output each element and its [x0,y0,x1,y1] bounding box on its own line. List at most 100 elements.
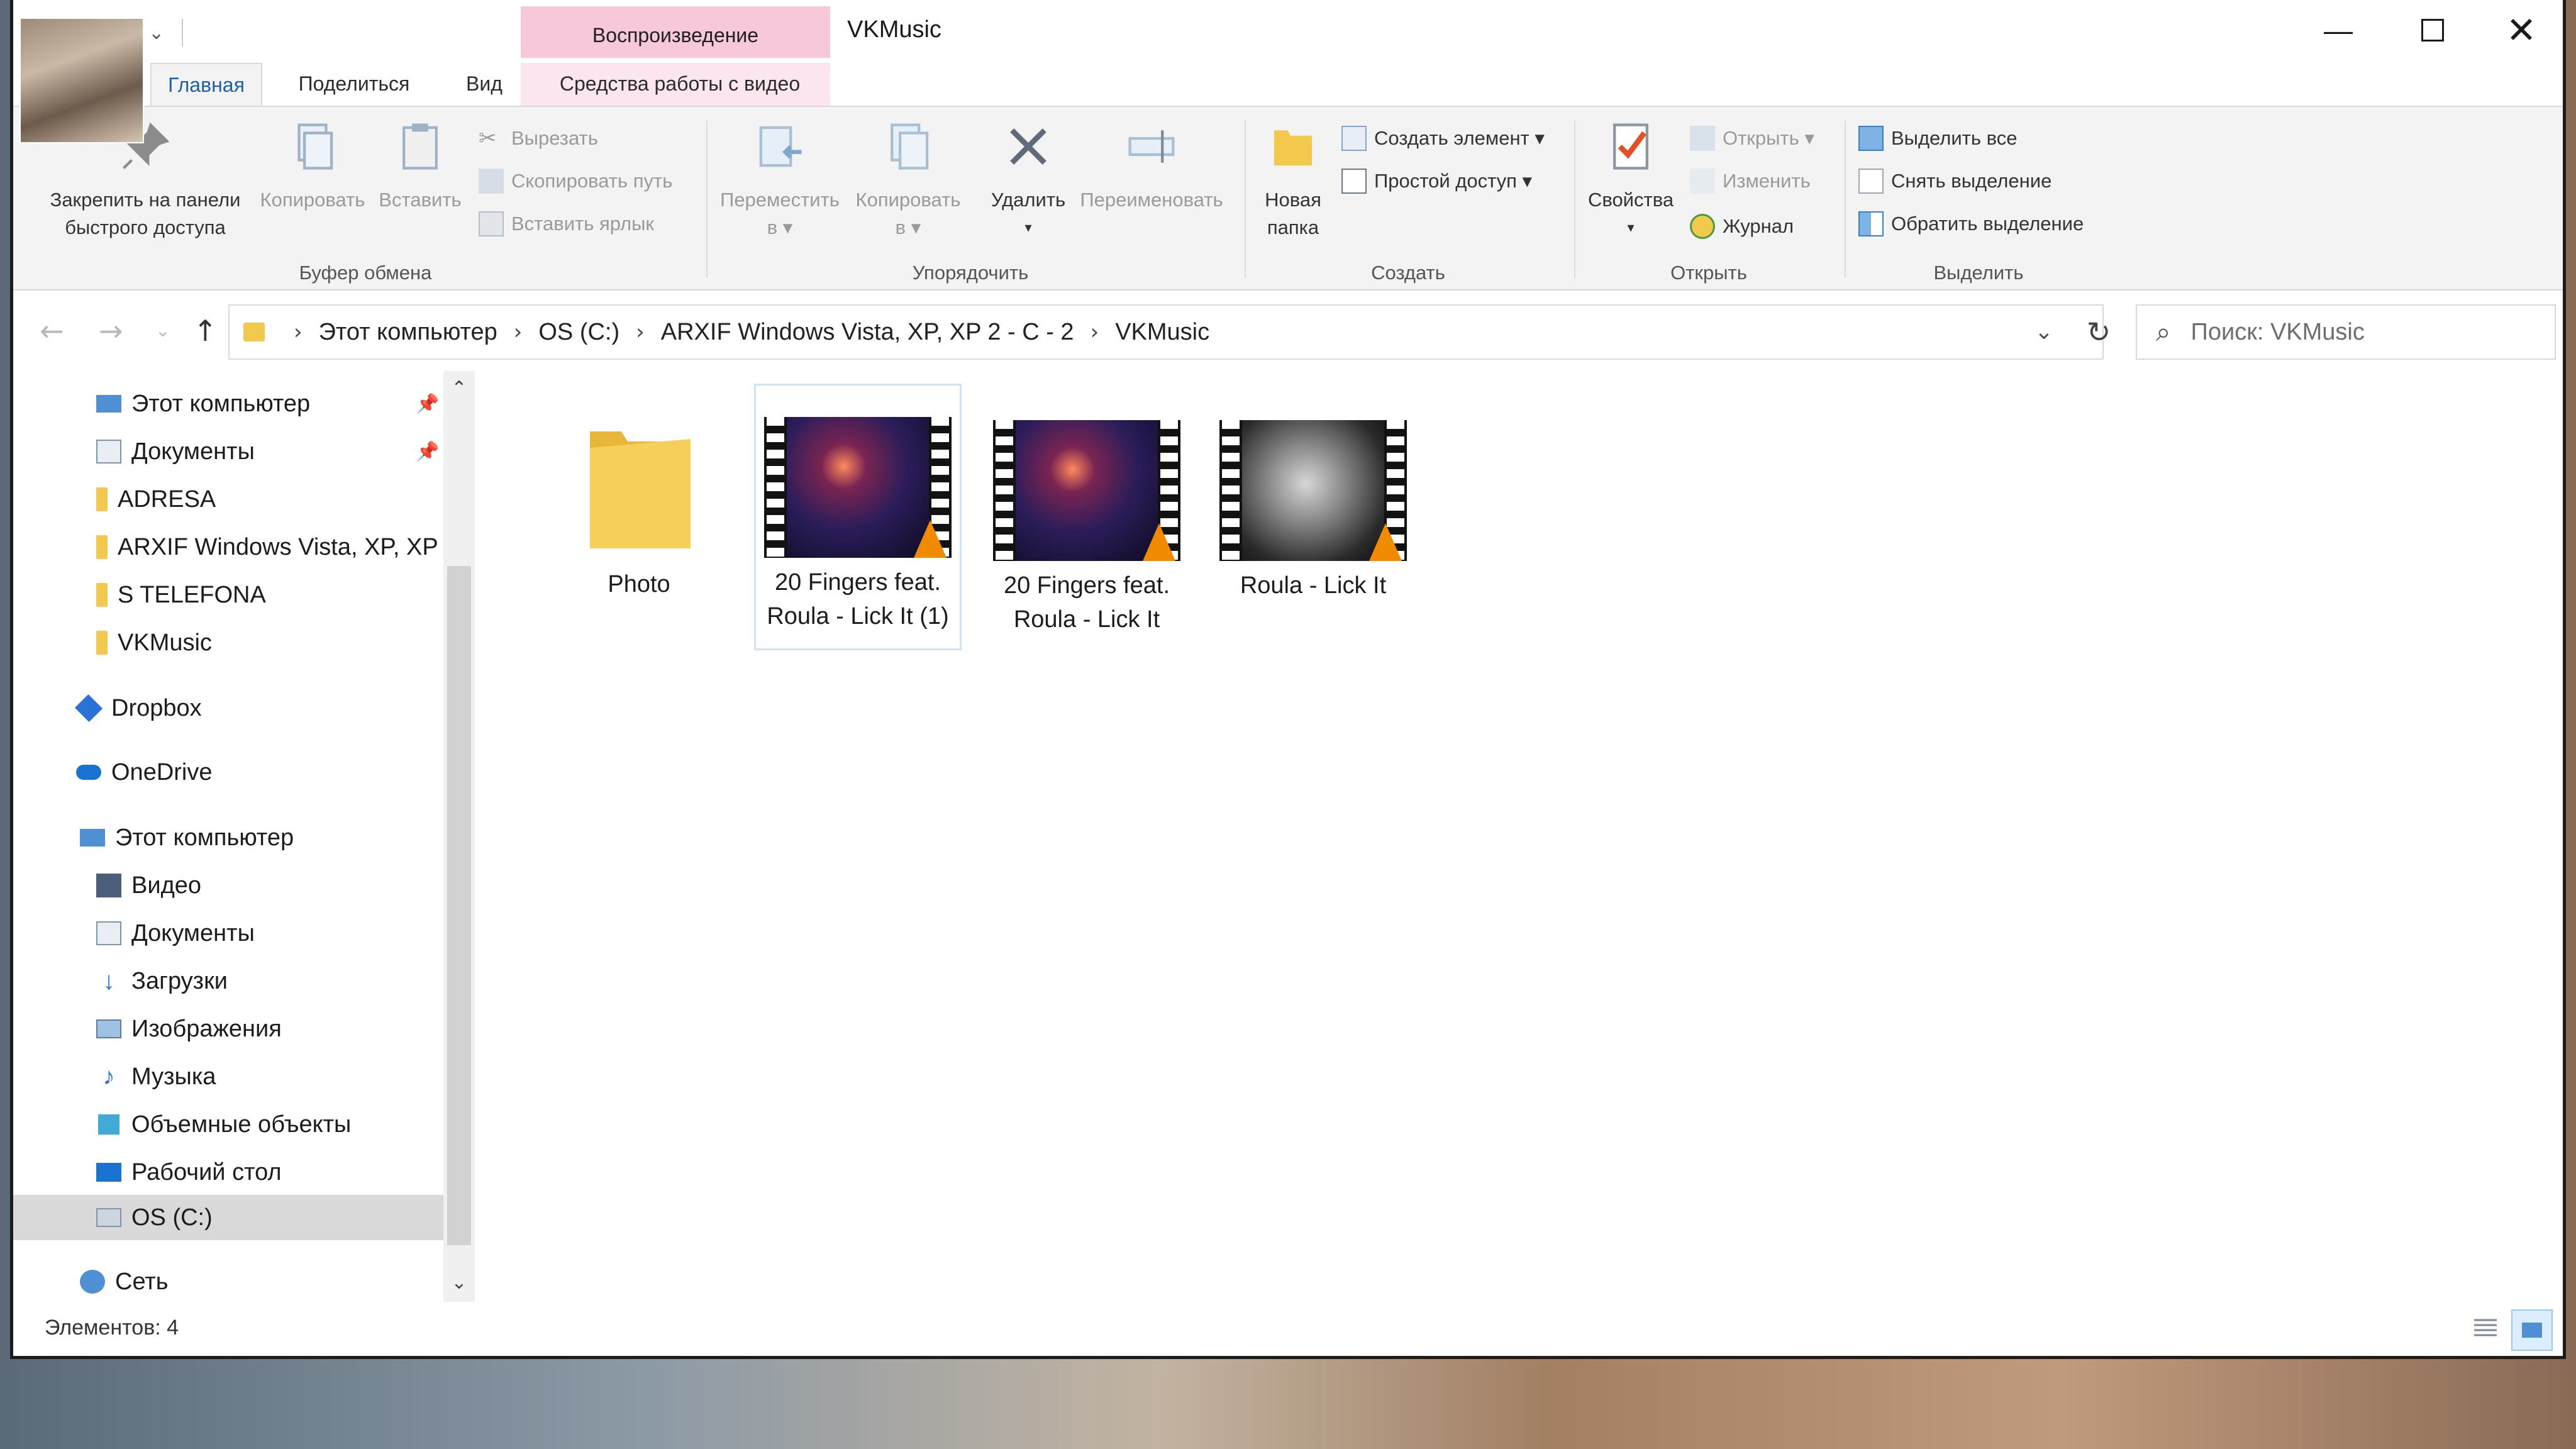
tab-share[interactable]: Поделиться [277,63,431,104]
nav-item-this-pc-quick[interactable]: Этот компьютер 📌 [13,381,443,426]
refresh-button[interactable]: ↻ [2072,304,2125,360]
easy-access-button[interactable]: Простой доступ ▾ [1341,165,1532,197]
breadcrumb-this-pc[interactable]: Этот компьютер [319,319,497,346]
create-group-label: Создать [1371,262,1445,284]
downloads-icon: ↓ [103,967,115,995]
toolbar-divider [182,19,184,47]
properties-label: Свойства [1587,189,1674,211]
item-count: Элементов: 4 [45,1316,179,1340]
close-button[interactable]: ✕ [2480,0,2563,60]
select-none-label: Снять выделение [1891,170,2052,192]
invert-selection-button[interactable]: Обратить выделение [1858,208,2084,240]
quick-access-toolbar: ⌄ [148,19,184,47]
minimize-button[interactable]: — [2291,0,2385,60]
computer-icon [80,829,105,847]
search-input[interactable]: ⌕ Поиск: VKMusic [2136,304,2556,360]
pin-icon[interactable]: 📌 [416,441,439,463]
nav-item-pictures[interactable]: Изображения [13,1006,443,1052]
breadcrumb-os-c[interactable]: OS (C:) [538,319,619,346]
edit-button[interactable]: Изменить [1690,165,1811,197]
nav-item-label: ARXIF Windows Vista, XP, XP 2 [118,533,443,560]
nav-item-os-c[interactable]: OS (C:) [13,1195,443,1240]
breadcrumb-separator: › [636,319,645,345]
file-item-photo[interactable]: Photo [535,389,743,601]
breadcrumb-vkmusic[interactable]: VKMusic [1115,319,1209,346]
file-name-line1: Roula - Lick It [1240,572,1387,599]
new-folder-label-line1: Новая [1265,189,1321,211]
paste-button[interactable]: Вставить [373,119,467,214]
nav-item-video[interactable]: Видео [13,863,443,908]
copy-to-button[interactable]: Копировать в ▾ [847,119,969,242]
select-all-button[interactable]: Выделить все [1858,122,2018,155]
vlc-cone-icon [914,520,947,558]
open-button[interactable]: Открыть ▾ [1690,122,1814,155]
nav-item-s-telefona[interactable]: S TELEFONA [13,572,443,618]
nav-item-downloads[interactable]: ↓ Загрузки [13,958,443,1004]
delete-button[interactable]: Удалить ▾ [979,119,1077,242]
organize-group-label: Упорядочить [912,262,1029,284]
file-item-video-2[interactable]: 20 Fingers feat. Roula - Lick It [983,389,1191,636]
nav-item-arxif[interactable]: ARXIF Windows Vista, XP, XP 2 [13,525,443,570]
tab-video-tools[interactable]: Средства работы с видео [535,63,824,104]
file-item-video-1[interactable]: 20 Fingers feat. Roula - Lick It (1) [754,384,962,650]
maximize-button[interactable] [2385,0,2480,60]
up-button[interactable]: ↑ [193,291,218,371]
properties-button[interactable]: Свойства ▾ [1580,119,1681,242]
nav-item-this-pc[interactable]: Этот компьютер [13,815,443,860]
back-button[interactable]: ← [40,291,64,371]
search-icon: ⌕ [2156,316,2171,347]
nav-item-desktop[interactable]: Рабочий стол [13,1150,443,1195]
address-bar[interactable]: › Этот компьютер › OS (C:) › ARXIF Windo… [228,304,2104,360]
invert-selection-label: Обратить выделение [1891,213,2084,235]
tab-home[interactable]: Главная [150,63,262,106]
nav-item-adresa[interactable]: ADRESA [13,477,443,522]
move-to-label-line1: Переместить [720,189,840,211]
breadcrumb-arxif[interactable]: ARXIF Windows Vista, XP, XP 2 - C - 2 [661,319,1074,346]
pin-icon[interactable]: 📌 [416,393,439,415]
cut-label: Вырезать [511,127,598,149]
rename-label: Переименовать [1080,189,1223,211]
tab-view[interactable]: Вид [448,63,520,104]
copy-button[interactable]: Копировать [256,119,369,214]
scroll-down-icon[interactable]: ⌄ [443,1272,475,1294]
easy-access-icon [1341,169,1367,194]
scroll-thumb[interactable] [447,566,471,1245]
nav-item-documents[interactable]: Документы [13,911,443,956]
quick-access-dropdown-icon[interactable]: ⌄ [148,22,164,44]
recent-locations-dropdown-icon[interactable]: ⌄ [155,291,170,371]
folder-icon [96,535,108,559]
rename-button[interactable]: Переименовать [1076,119,1227,214]
history-button[interactable]: Журнал [1690,210,1794,243]
new-item-button[interactable]: Создать элемент ▾ [1341,122,1545,155]
nav-item-vkmusic[interactable]: VKMusic [13,620,443,665]
paste-shortcut-button[interactable]: Вставить ярлык [479,208,654,240]
copy-path-button[interactable]: Скопировать путь [479,165,672,197]
select-none-button[interactable]: Снять выделение [1858,165,2051,197]
file-item-video-3[interactable]: Roula - Lick It [1209,389,1417,602]
forward-button[interactable]: → [99,291,123,371]
nav-item-dropbox[interactable]: Dropbox [13,686,443,731]
nav-scrollbar[interactable]: ⌃ ⌄ [443,371,475,1302]
breadcrumb-separator: › [1090,319,1099,345]
large-icons-view-button[interactable] [2511,1309,2553,1351]
paste-shortcut-label: Вставить ярлык [511,213,654,235]
video-thumbnail [993,420,1180,561]
new-folder-button[interactable]: Новая папка [1252,119,1334,242]
nav-item-music[interactable]: ♪ Музыка [13,1054,443,1099]
new-item-icon [1341,126,1367,151]
desktop-icon [96,1163,121,1182]
desktop-photo-thumbnail [19,18,144,143]
cut-button[interactable]: ✂ Вырезать [479,122,598,155]
delete-dropdown-icon: ▾ [1024,219,1032,235]
move-to-button[interactable]: Переместить в ▾ [714,119,846,242]
scroll-up-icon[interactable]: ⌃ [443,377,475,399]
nav-item-onedrive[interactable]: OneDrive [13,750,443,795]
address-dropdown-icon[interactable]: ⌄ [2035,306,2053,358]
invert-selection-icon [1858,211,1884,236]
nav-item-3d-objects[interactable]: Объемные объекты [13,1102,443,1147]
nav-item-documents-quick[interactable]: Документы 📌 [13,429,443,474]
move-to-label-line2: в ▾ [767,216,793,238]
nav-item-network[interactable]: Сеть [13,1259,443,1304]
details-view-button[interactable] [2466,1309,2505,1348]
copy-to-icon [891,123,929,170]
